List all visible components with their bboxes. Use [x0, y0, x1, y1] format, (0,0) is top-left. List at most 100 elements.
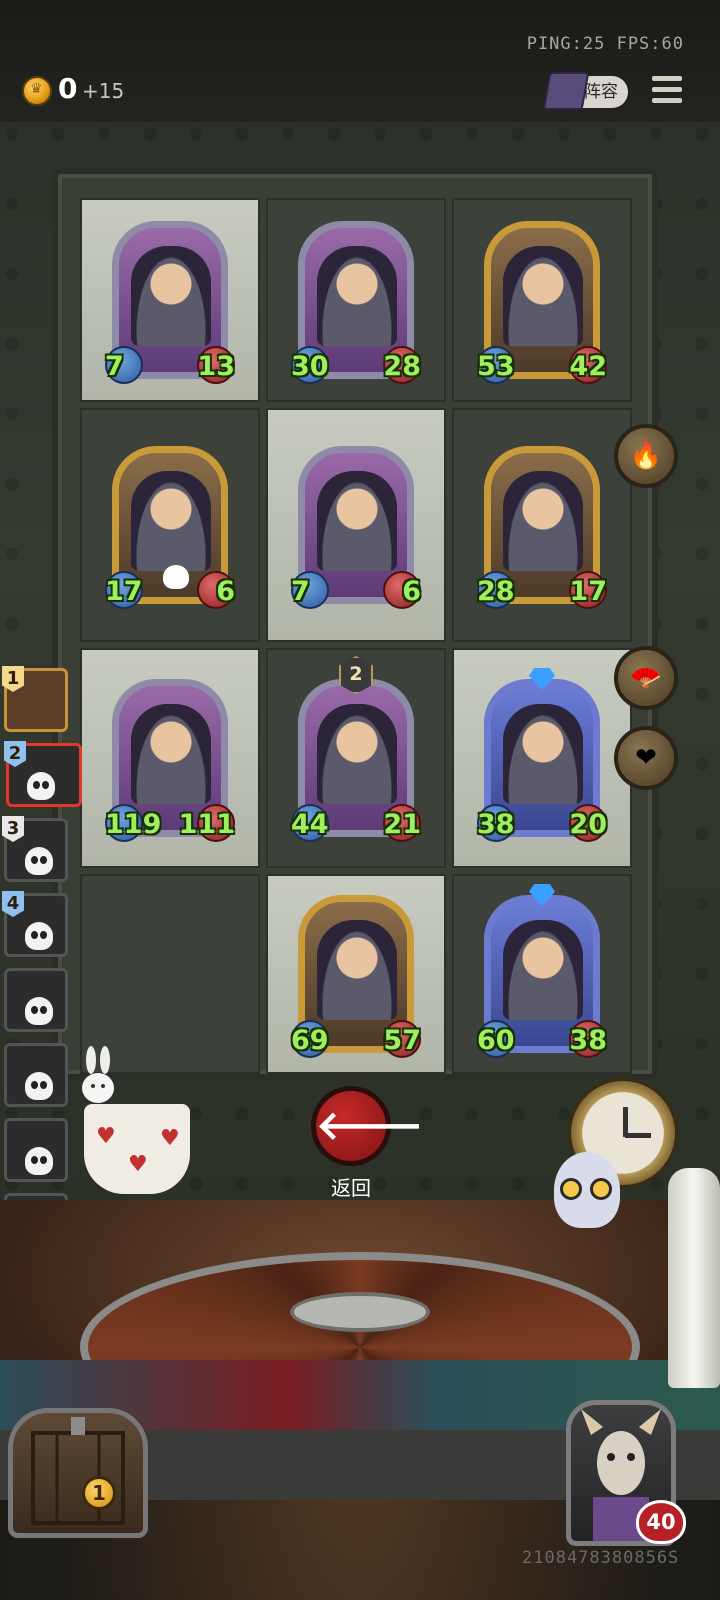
card-attack: 30 [291, 351, 329, 382]
hero-portrait-icon [131, 471, 211, 571]
hero-card[interactable]: 76 [291, 446, 421, 609]
back-button[interactable]: 🡐 [311, 1086, 424, 1166]
board-cell[interactable]: 7 13 [80, 198, 260, 402]
hero-portrait-icon [503, 920, 583, 1020]
eliminated-skull-icon [25, 922, 53, 950]
hero-portrait-icon [503, 704, 583, 804]
board-cell[interactable]: 60 38 [452, 874, 632, 1074]
lineup-book-icon [542, 72, 590, 110]
player-slot[interactable] [4, 1043, 68, 1107]
hero-card[interactable]: 30 28 [291, 221, 421, 384]
eliminated-skull-icon [27, 772, 55, 800]
eliminated-skull-icon [25, 1147, 53, 1175]
card-attack: 60 [477, 1025, 515, 1056]
card-health: 6 [216, 576, 235, 607]
treasure-chest-button[interactable] [8, 1408, 148, 1538]
player-rank-badge: 2 [4, 741, 26, 767]
owl-pet-icon[interactable] [554, 1152, 620, 1228]
player-slot[interactable] [4, 968, 68, 1032]
tier-gem-icon [529, 668, 555, 690]
card-attack: 119 [105, 809, 162, 840]
card-health: 28 [383, 351, 421, 382]
player-slot[interactable]: 2 [4, 741, 82, 807]
eliminated-skull-icon [25, 1072, 53, 1100]
cauldron-item-button[interactable]: 🔥 [614, 424, 678, 488]
heart-emblem-icon: ❤ [635, 743, 657, 773]
card-health: 13 [197, 351, 235, 382]
skull-icon [163, 565, 189, 589]
board-cell[interactable]: 38 20 [452, 648, 632, 868]
board-cell[interactable]: 69 57 [266, 874, 446, 1074]
cauldron-icon: 🔥 [629, 441, 663, 471]
back-label: 返回 [331, 1176, 371, 1200]
board-cell[interactable]: 76 [266, 408, 446, 642]
board-cell[interactable]: 28 17 [452, 408, 632, 642]
player-id: 2108478380856S [522, 1548, 680, 1568]
hero-portrait-icon [503, 246, 583, 346]
player-rank-badge: 3 [2, 816, 24, 842]
hero-card[interactable]: 2 44 21 [291, 656, 421, 842]
hero-card[interactable]: 28 17 [477, 446, 607, 609]
teacup-icon: ♥ ♥ ♥ [84, 1104, 190, 1194]
lineup-button[interactable]: 阵容 [542, 72, 628, 110]
player-slot[interactable]: 4 [2, 891, 68, 957]
board-cell[interactable] [80, 874, 260, 1074]
card-health: 21 [383, 809, 421, 840]
menu-bar-icon [652, 98, 682, 103]
hero-portrait-icon [317, 920, 397, 1020]
card-attack: 53 [477, 351, 515, 382]
card-attack: 7 [105, 351, 124, 382]
arrow-left-icon: 🡐 [316, 1103, 424, 1149]
hero-health-badge: 40 [636, 1500, 686, 1544]
player-rank-badge: 4 [2, 891, 24, 917]
card-attack: 38 [477, 809, 515, 840]
top-bar: PING:25 FPS:60 0 +15 阵容 [0, 0, 720, 122]
hero-card[interactable]: 69 57 [291, 895, 421, 1058]
hero-portrait-icon [317, 704, 397, 804]
hero-portrait-icon [131, 246, 211, 346]
card-health: 6 [402, 576, 421, 607]
fan-icon: 🪭 [629, 663, 663, 693]
menu-bar-icon [652, 76, 682, 81]
star-level-badge: 2 [339, 656, 373, 694]
ping-fps-readout: PING:25 FPS:60 [526, 34, 684, 54]
card-attack: 69 [291, 1025, 329, 1056]
hero-card[interactable]: 7 13 [105, 221, 235, 384]
card-health: 38 [569, 1025, 607, 1056]
roulette-hub [290, 1292, 430, 1332]
hero-board: 7 13 30 28 53 42 17 6 7 6 28 17 119 111 2 44 21 38 20 69 57 6… [80, 198, 632, 1074]
hero-card[interactable]: 53 42 [477, 221, 607, 384]
chest-count-badge: 1 [82, 1476, 116, 1510]
card-attack: 17 [105, 576, 143, 607]
heart-emblem-item-button[interactable]: ❤ [614, 726, 678, 790]
game-scene: PING:25 FPS:60 0 +15 阵容 7133028534217676… [0, 0, 720, 1600]
hero-portrait-icon [317, 471, 397, 571]
player-slot[interactable]: 3 [2, 816, 68, 882]
board-cell[interactable]: 119 111 [80, 648, 260, 868]
card-health: 111 [178, 809, 235, 840]
player-ranking-list: 1 2 3 4 [0, 666, 82, 1268]
hero-portrait-icon [317, 246, 397, 346]
card-attack: 28 [477, 576, 515, 607]
hero-card[interactable]: 38 20 [477, 668, 607, 842]
player-slot[interactable]: 1 [2, 666, 68, 732]
board-cell[interactable]: 53 42 [452, 198, 632, 402]
hero-card[interactable]: 60 38 [477, 884, 607, 1058]
card-health: 57 [383, 1025, 421, 1056]
hero-card[interactable]: 17 6 [105, 446, 235, 609]
fan-item-button[interactable]: 🪭 [614, 646, 678, 710]
menu-bar-icon [652, 87, 682, 92]
hero-card[interactable]: 119 111 [105, 679, 235, 842]
board-cell[interactable]: 30 28 [266, 198, 446, 402]
player-slot[interactable] [4, 1118, 68, 1182]
menu-button[interactable] [652, 76, 682, 104]
card-health: 42 [569, 351, 607, 382]
card-attack: 44 [291, 809, 329, 840]
chess-king-icon [668, 1168, 720, 1388]
card-attack: 7 [291, 576, 310, 607]
gold-coin-icon [22, 76, 52, 106]
card-health: 17 [569, 576, 607, 607]
board-cell[interactable]: 17 6 [80, 408, 260, 642]
bunny-figure-icon [78, 1046, 118, 1104]
board-cell[interactable]: 2 44 21 [266, 648, 446, 868]
